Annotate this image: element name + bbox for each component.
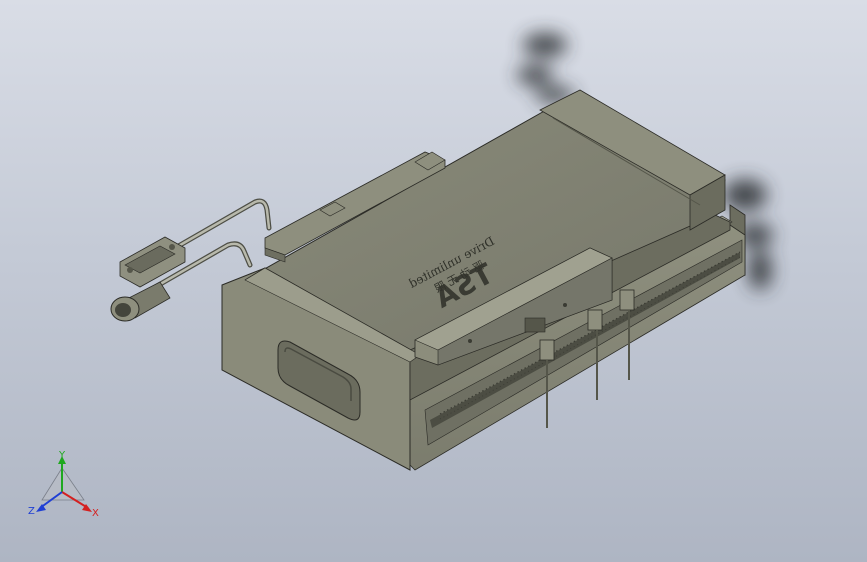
cad-3d-viewport[interactable]: TSA Drive unlimited 驱 动 无 限 [0,0,867,562]
db-connector[interactable] [119,236,186,288]
orientation-triad: Y X Z [28,450,99,519]
y-axis-label: Y [58,450,66,461]
round-connector[interactable] [110,281,171,322]
x-axis-label: X [92,508,99,519]
z-axis-label: Z [28,506,35,517]
